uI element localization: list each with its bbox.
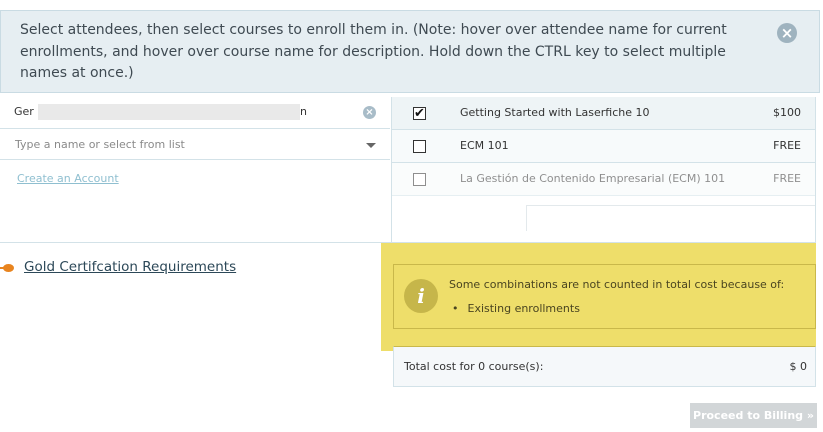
- course-row[interactable]: ✔ Getting Started with Laserfiche 10 $10…: [392, 97, 815, 130]
- total-value: $ 0: [789, 360, 808, 373]
- course-name[interactable]: ECM 101: [460, 139, 509, 152]
- redacted-name-block: [38, 104, 300, 120]
- attendee-select[interactable]: Type a name or select from list: [0, 129, 390, 160]
- course-checkbox[interactable]: [413, 140, 426, 153]
- cost-notice: i Some combinations are not counted in t…: [393, 264, 816, 329]
- attendee-name-end: n: [300, 105, 307, 118]
- bullet: •: [452, 302, 459, 315]
- notice-item-text: Existing enrollments: [467, 302, 580, 315]
- course-price: FREE: [773, 172, 801, 185]
- divider: [0, 242, 391, 243]
- chevron-down-icon[interactable]: [366, 143, 376, 148]
- course-row[interactable]: ECM 101 FREE: [392, 130, 815, 163]
- total-label: Total cost for 0 course(s):: [404, 360, 544, 373]
- close-icon[interactable]: ×: [777, 23, 797, 43]
- attendee-panel: Ger n × Type a name or select from list …: [0, 97, 390, 243]
- proceed-to-billing-button[interactable]: Proceed to Billing »: [690, 403, 817, 428]
- list-item: • Existing enrollments: [452, 302, 580, 315]
- notice-title: Some combinations are not counted in tot…: [449, 278, 785, 291]
- course-price: FREE: [773, 139, 801, 152]
- course-name[interactable]: La Gestión de Contenido Empresarial (ECM…: [460, 172, 725, 185]
- course-name[interactable]: Getting Started with Laserfiche 10: [460, 106, 649, 119]
- course-price: $100: [773, 106, 801, 119]
- create-account-link[interactable]: Create an Account: [17, 172, 119, 185]
- instructions-text: Select attendees, then select courses to…: [20, 22, 727, 81]
- attendee-name-start: Ger: [14, 105, 34, 118]
- clear-icon[interactable]: ×: [363, 106, 376, 119]
- attendee-select-placeholder: Type a name or select from list: [15, 138, 185, 151]
- course-row[interactable]: La Gestión de Contenido Empresarial (ECM…: [392, 163, 815, 196]
- list-scroll-area: [526, 205, 815, 231]
- course-list: ✔ Getting Started with Laserfiche 10 $10…: [391, 97, 816, 243]
- course-checkbox[interactable]: [413, 173, 426, 186]
- course-checkbox[interactable]: ✔: [413, 107, 426, 120]
- info-icon: i: [404, 279, 438, 313]
- info-banner: Select attendees, then select courses to…: [0, 10, 820, 93]
- orange-dot-icon: [3, 264, 14, 272]
- selected-attendee[interactable]: Ger n ×: [0, 97, 390, 129]
- total-cost: Total cost for 0 course(s): $ 0: [393, 346, 816, 387]
- gold-certification-link[interactable]: Gold Certifcation Requirements: [24, 259, 236, 275]
